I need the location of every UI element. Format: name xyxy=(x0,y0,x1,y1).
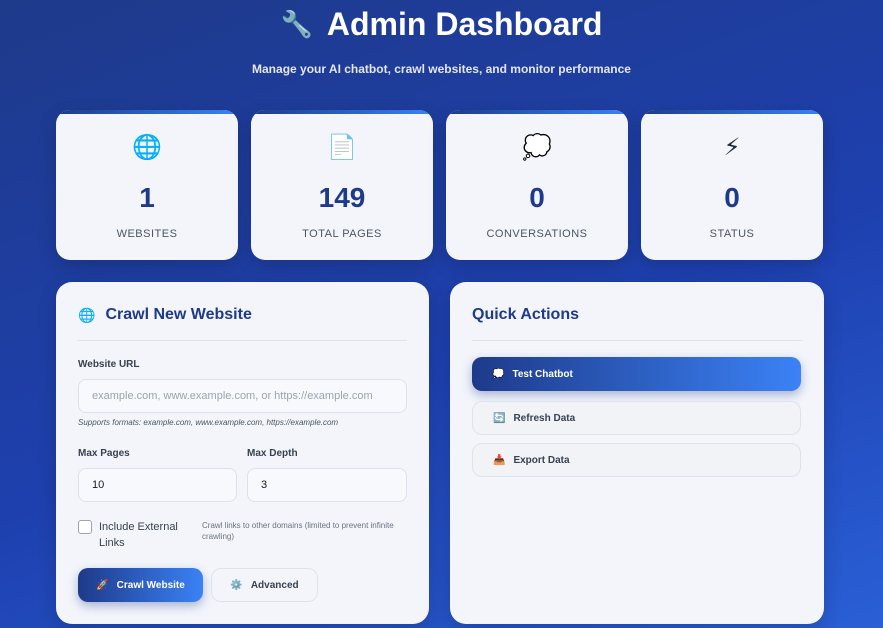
speech-bubble-icon: 💭 xyxy=(522,134,552,161)
stat-card-conversations: 💭 0 CONVERSATIONS xyxy=(446,110,628,260)
document-icon: 📄 xyxy=(327,134,357,161)
quick-actions-title: Quick Actions xyxy=(472,306,579,324)
advanced-button[interactable]: ⚙️ Advanced xyxy=(211,568,318,602)
include-external-checkbox[interactable] xyxy=(78,520,92,534)
quick-actions-title-text: Quick Actions xyxy=(472,306,579,323)
page-subtitle: Manage your AI chatbot, crawl websites, … xyxy=(252,62,631,76)
stat-label: STATUS xyxy=(709,228,755,240)
website-url-input[interactable] xyxy=(78,379,407,413)
refresh-data-label: Refresh Data xyxy=(513,412,576,424)
crawl-panel-title: 🌐 Crawl New Website xyxy=(78,306,252,324)
gear-icon: ⚙️ xyxy=(230,579,243,591)
max-depth-label: Max Depth xyxy=(247,448,298,459)
max-pages-label: Max Pages xyxy=(78,448,130,459)
export-icon: 📥 xyxy=(493,454,506,466)
export-data-button[interactable]: 📥 Export Data xyxy=(472,443,801,477)
stat-card-total-pages: 📄 149 TOTAL PAGES xyxy=(251,110,433,260)
divider xyxy=(472,340,802,341)
rocket-icon: 🚀 xyxy=(96,579,109,591)
website-url-hint: Supports formats: example.com, www.examp… xyxy=(78,418,339,427)
advanced-button-label: Advanced xyxy=(250,579,299,591)
stat-value: 0 xyxy=(724,182,740,213)
website-url-label: Website URL xyxy=(78,359,140,370)
stat-label: TOTAL PAGES xyxy=(302,228,382,240)
max-pages-input[interactable] xyxy=(78,468,237,502)
globe-icon: 🌐 xyxy=(78,306,96,323)
crawl-website-button-label: Crawl Website xyxy=(116,579,185,591)
quick-actions-panel: Quick Actions 💭 Test Chatbot 🔄 Refresh D… xyxy=(450,282,824,624)
test-chatbot-label: Test Chatbot xyxy=(512,368,573,380)
stat-card-status: ⚡ 0 STATUS xyxy=(641,110,823,260)
stat-value: 0 xyxy=(529,182,545,213)
export-data-label: Export Data xyxy=(513,454,570,466)
divider xyxy=(78,340,407,341)
stat-value: 149 xyxy=(318,182,366,213)
include-external-hint: Crawl links to other domains (limited to… xyxy=(202,521,394,541)
stat-label: WEBSITES xyxy=(116,228,178,240)
include-external-label: Include External Links xyxy=(99,521,178,549)
stat-label: CONVERSATIONS xyxy=(486,228,588,240)
max-depth-input[interactable] xyxy=(247,468,407,502)
stat-value: 1 xyxy=(139,182,155,213)
stat-card-websites: 🌐 1 WEBSITES xyxy=(56,110,238,260)
wrench-icon: 🔧 xyxy=(280,9,313,39)
page-title: Admin Dashboard xyxy=(326,6,603,42)
crawl-website-button[interactable]: 🚀 Crawl Website xyxy=(78,568,203,602)
lightning-icon: ⚡ xyxy=(723,134,741,161)
refresh-icon: 🔄 xyxy=(493,412,506,424)
test-chatbot-button[interactable]: 💭 Test Chatbot xyxy=(472,357,801,391)
page-header: 🔧 Admin Dashboard xyxy=(0,4,883,44)
crawl-panel: 🌐 Crawl New Website Website URL Supports… xyxy=(56,282,429,624)
speech-bubble-icon: 💭 xyxy=(492,368,505,380)
refresh-data-button[interactable]: 🔄 Refresh Data xyxy=(472,401,801,435)
crawl-panel-title-text: Crawl New Website xyxy=(105,306,252,323)
globe-icon: 🌐 xyxy=(132,134,162,161)
